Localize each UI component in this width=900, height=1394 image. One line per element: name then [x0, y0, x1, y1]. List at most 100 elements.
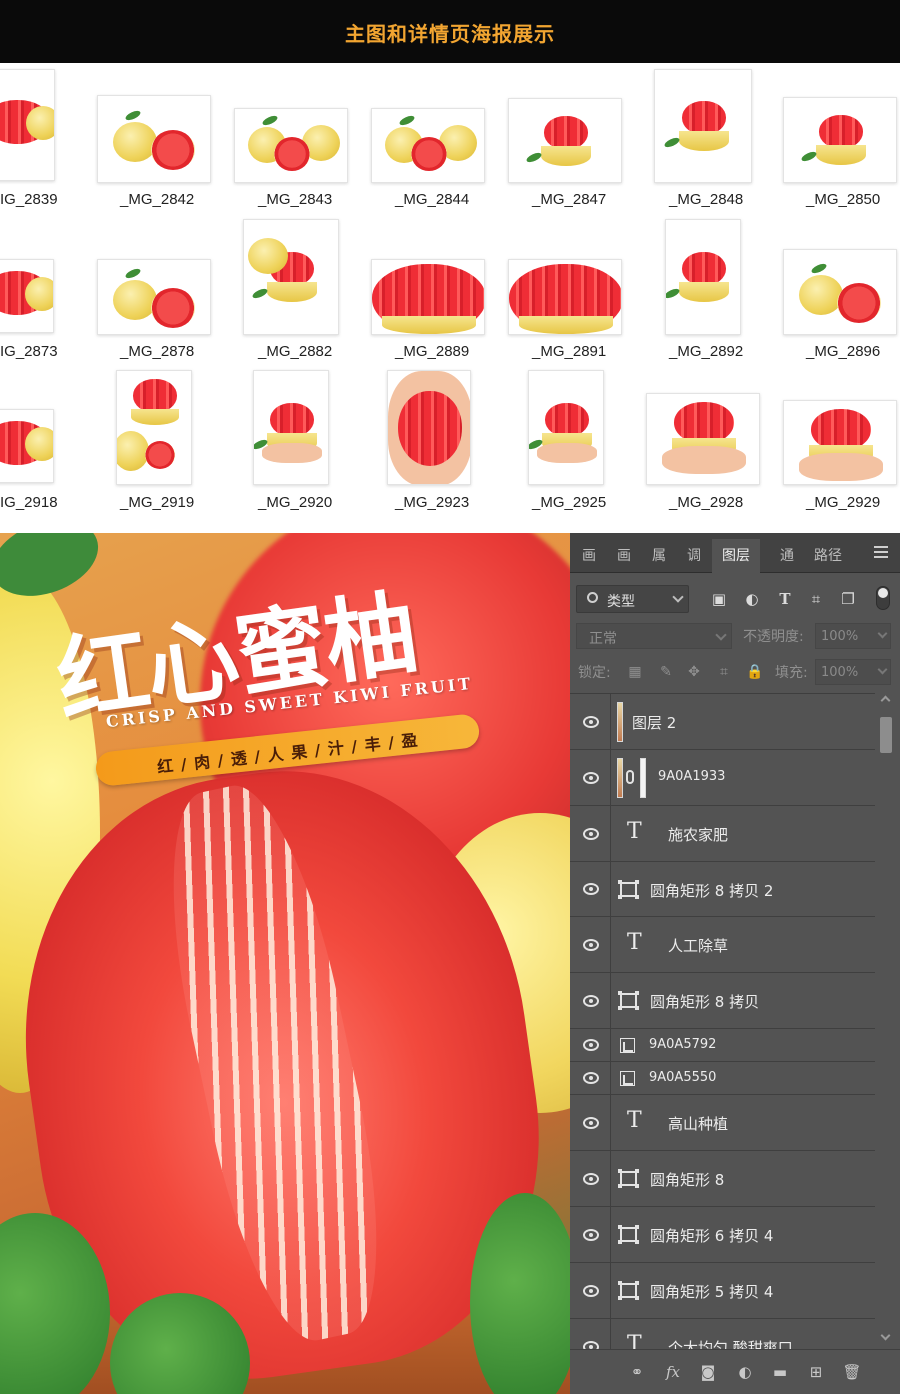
visibility-eye-icon[interactable]	[578, 973, 606, 1028]
layer-name: 人工除草	[668, 937, 729, 955]
thumbnail-image[interactable]	[243, 219, 339, 335]
add-mask-icon[interactable]: ◙	[698, 1362, 718, 1382]
filter-adjustment-icon[interactable]: ◐	[744, 591, 760, 607]
thumbnail-image[interactable]	[654, 69, 752, 183]
delete-layer-icon[interactable]: 🗑	[842, 1362, 862, 1382]
thumbnail-image[interactable]	[646, 393, 760, 485]
layer-row[interactable]: T 个大均匀 酸甜爽口...	[570, 1319, 875, 1349]
thumbnail-image[interactable]	[783, 97, 897, 183]
tab-layers[interactable]: 图层	[712, 539, 760, 573]
thumbnail-image[interactable]	[253, 370, 329, 485]
fx-icon[interactable]: fx	[663, 1362, 683, 1382]
layer-row[interactable]: 9A0A5550	[570, 1062, 875, 1095]
pomelo-rind-icon	[541, 145, 591, 166]
text-layer-icon: T	[627, 1108, 642, 1133]
thumbnail-image[interactable]	[783, 249, 897, 335]
thumbnail-image[interactable]	[97, 95, 211, 183]
thumbnail-image[interactable]	[371, 108, 485, 183]
tab-paths[interactable]: 路径	[814, 545, 842, 565]
divider	[610, 917, 611, 972]
layer-name: 圆角矩形 8 拷贝	[650, 993, 760, 1011]
tab-channels[interactable]: 通	[780, 545, 794, 565]
visibility-eye-icon[interactable]	[578, 1263, 606, 1318]
pomelo-segments-icon	[545, 402, 589, 437]
thumbnail-image[interactable]	[508, 259, 622, 335]
filter-text-icon[interactable]: T	[777, 591, 793, 607]
chevron-down-icon	[672, 591, 684, 603]
lock-artboard-icon[interactable]: ⌗	[716, 664, 732, 680]
visibility-eye-icon[interactable]	[578, 694, 606, 749]
layer-row[interactable]: 圆角矩形 8 拷贝 2	[570, 862, 875, 917]
visibility-eye-icon[interactable]	[578, 862, 606, 916]
opacity-value: 100%	[821, 629, 859, 644]
layer-row[interactable]: 圆角矩形 8	[570, 1151, 875, 1207]
thumbnail-filename: _MG_2878	[120, 343, 195, 360]
leaf-icon	[398, 113, 416, 127]
visibility-eye-icon[interactable]	[578, 1207, 606, 1262]
visibility-eye-icon[interactable]	[578, 1095, 606, 1150]
leaf-icon	[810, 261, 828, 276]
visibility-eye-icon[interactable]	[578, 1151, 606, 1206]
thumbnail-image[interactable]	[0, 409, 54, 483]
thumbnail-image[interactable]	[116, 370, 192, 485]
layer-row[interactable]: T 人工除草	[570, 917, 875, 973]
leaf-icon	[800, 149, 818, 164]
filter-pixel-icon[interactable]: ▣	[711, 591, 727, 607]
layer-filter-select[interactable]: 类型	[576, 585, 689, 613]
panel-menu-icon[interactable]	[874, 546, 888, 558]
thumbnail-image[interactable]	[508, 98, 622, 183]
tab-properties[interactable]: 属	[652, 545, 666, 565]
scroll-up-icon[interactable]	[880, 695, 891, 706]
leaf-icon	[525, 150, 543, 164]
thumbnail-image[interactable]	[0, 69, 55, 181]
visibility-eye-icon[interactable]	[578, 1319, 606, 1349]
lock-label: 锁定:	[578, 665, 611, 681]
filter-shape-icon[interactable]: ⌗	[808, 591, 824, 607]
thumbnail-image[interactable]	[234, 108, 348, 183]
layer-row[interactable]: 圆角矩形 6 拷贝 4	[570, 1207, 875, 1263]
thumbnail-image[interactable]	[97, 259, 211, 335]
layer-row[interactable]: 图层 2	[570, 694, 875, 750]
thumbnail-filename: _MG_2891	[532, 343, 607, 360]
tab-brush[interactable]: 画	[582, 545, 596, 565]
divider	[610, 1062, 611, 1094]
layer-row[interactable]: 圆角矩形 8 拷贝	[570, 973, 875, 1029]
thumbnail-filename: _MG_2925	[532, 494, 607, 511]
visibility-eye-icon[interactable]	[578, 1029, 606, 1061]
layer-row[interactable]: T 高山种植	[570, 1095, 875, 1151]
layer-row[interactable]: T 施农家肥	[570, 806, 875, 862]
thumbnail-image[interactable]	[665, 219, 741, 335]
lock-move-icon[interactable]: ✥	[686, 664, 702, 680]
lock-transparent-icon[interactable]: ▦	[627, 664, 643, 680]
visibility-eye-icon[interactable]	[578, 806, 606, 861]
opacity-field[interactable]: 100%	[815, 623, 891, 649]
filter-smart-object-icon[interactable]: ❐	[840, 591, 856, 607]
lock-paint-icon[interactable]: ✎	[658, 664, 674, 680]
fill-value: 100%	[821, 665, 859, 680]
visibility-eye-icon[interactable]	[578, 917, 606, 972]
visibility-eye-icon[interactable]	[578, 750, 606, 805]
lock-all-icon[interactable]: 🔒	[746, 664, 763, 680]
scroll-thumb[interactable]	[880, 717, 892, 753]
filter-toggle[interactable]	[876, 586, 890, 610]
fill-field[interactable]: 100%	[815, 659, 891, 685]
adjustment-layer-icon[interactable]: ◐	[735, 1362, 755, 1382]
thumbnail-image[interactable]	[783, 400, 897, 485]
layer-row[interactable]: 9A0A5792	[570, 1029, 875, 1062]
link-layers-icon[interactable]: ⚭	[627, 1362, 647, 1382]
tab-adjustments[interactable]: 调	[687, 545, 701, 565]
layer-row[interactable]: 9A0A1933	[570, 750, 875, 806]
layer-row[interactable]: 圆角矩形 5 拷贝 4	[570, 1263, 875, 1319]
new-layer-icon[interactable]: ⊞	[806, 1362, 826, 1382]
layer-list-scrollbar[interactable]	[876, 693, 896, 1349]
thumbnail-image[interactable]	[387, 370, 471, 485]
thumbnail-image[interactable]	[371, 259, 485, 335]
blend-mode-select[interactable]: 正常	[576, 623, 732, 649]
thumbnail-image[interactable]	[528, 370, 604, 485]
tab-brush-settings[interactable]: 画	[617, 545, 631, 565]
pomelo-whole-icon	[113, 122, 157, 162]
scroll-down-icon[interactable]	[880, 1330, 891, 1341]
new-group-icon[interactable]: ▬	[770, 1362, 790, 1382]
thumbnail-image[interactable]	[0, 259, 54, 333]
visibility-eye-icon[interactable]	[578, 1062, 606, 1094]
